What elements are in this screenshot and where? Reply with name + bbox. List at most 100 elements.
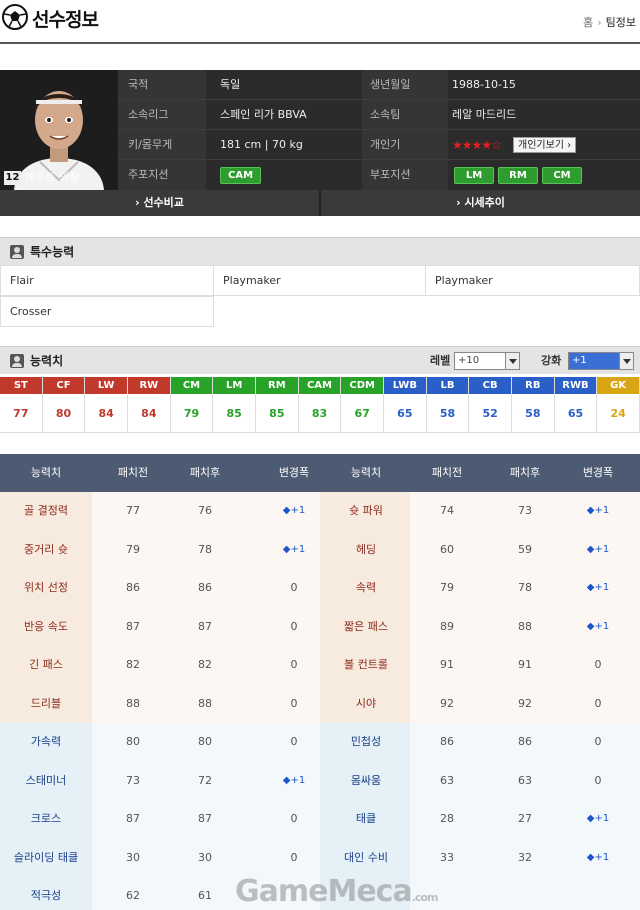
special-ability: Flair <box>0 265 214 296</box>
position-code: CAM <box>298 377 341 394</box>
info-row: 국적 독일 생년월일 1988-10-15 <box>118 70 640 100</box>
sub-position-badge[interactable]: CM <box>542 167 582 184</box>
stat-name: 시야 <box>355 696 377 710</box>
stat-name: 드리블 <box>30 696 62 710</box>
position-value: 58 <box>525 407 541 420</box>
stat-name: 대인 수비 <box>344 850 388 864</box>
stat-before: 86 <box>440 735 454 748</box>
stats-row: 긴 패스 82 82 0 볼 컨트롤 91 91 0 <box>0 646 640 685</box>
tab-compare[interactable]: › 선수비교 <box>0 190 319 216</box>
stats-row: 크로스 87 87 0 태클 28 27 ◆+1 <box>0 800 640 839</box>
info-row: 소속리그 스페인 리가 BBVA 소속팀 레알 마드리드 <box>118 100 640 130</box>
stat-before: 73 <box>126 773 140 787</box>
position-value: 84 <box>141 407 157 420</box>
sub-position-badge[interactable]: RM <box>498 167 538 184</box>
stat-name: 크로스 <box>30 812 62 826</box>
league-label: 소속리그 <box>128 108 169 121</box>
stat-before: 92 <box>440 696 454 710</box>
position-code: LW <box>85 377 127 394</box>
section-title: 능력치 <box>30 354 64 368</box>
view-skills-button[interactable]: 개인기보기 › <box>513 137 577 153</box>
position-rating-cell: RWB 65 <box>554 377 598 433</box>
column-header: 능력치 <box>350 466 382 479</box>
special-ability: Crosser <box>0 296 214 327</box>
chevron-down-icon <box>505 353 519 369</box>
column-header: 패치후 <box>189 466 221 479</box>
stat-before: 86 <box>126 581 140 594</box>
league-value: 스페인 리가 BBVA <box>220 108 307 121</box>
stat-change: ◆+1 <box>586 620 610 632</box>
stat-change: 0 <box>594 735 602 748</box>
position-code: CF <box>42 377 85 394</box>
stat-before: 91 <box>440 658 454 671</box>
position-value: 24 <box>610 407 626 420</box>
stat-name: 스태미너 <box>25 773 67 787</box>
special-abilities-header: 특수능력 <box>0 237 640 265</box>
enhance-label: 강화 <box>541 354 562 367</box>
position-value: 58 <box>439 407 456 420</box>
stat-change: ◆+1 <box>586 505 610 516</box>
team-value: 레알 마드리드 <box>452 108 517 121</box>
breadcrumb-current[interactable]: 팀정보 <box>606 16 636 29</box>
position-code: CDM <box>341 377 383 394</box>
position-code: RB <box>512 377 554 394</box>
stat-after: 76 <box>198 504 212 517</box>
position-code: RM <box>256 377 298 394</box>
stat-change <box>552 877 640 910</box>
position-value: 65 <box>567 407 584 420</box>
level-label: 레벨 <box>430 354 451 367</box>
chevron-right-icon: › <box>597 16 602 29</box>
stat-before: 79 <box>440 581 454 594</box>
position-code: ST <box>0 377 42 394</box>
stat-before: 30 <box>126 850 140 864</box>
stats-row: 반응 속도 87 87 0 짧은 패스 89 88 ◆+1 <box>0 607 640 646</box>
main-position-label: 주포지션 <box>128 168 169 181</box>
stat-change: ◆+1 <box>586 813 610 824</box>
stats-table-header: 능력치 패치전 패치후 변경폭 능력치 패치전 패치후 변경폭 <box>0 454 640 492</box>
player-name: 메수트 외질 <box>25 171 80 184</box>
enhance-select[interactable]: +1 <box>568 352 634 370</box>
sub-position-badge[interactable]: LM <box>454 167 494 184</box>
stat-before: 87 <box>126 812 140 825</box>
skill-stars-rating: ★★★★☆ <box>452 138 502 152</box>
position-code: LB <box>426 377 469 394</box>
user-icon <box>10 245 24 259</box>
stat-before: 62 <box>126 889 140 902</box>
stat-after: 72 <box>198 773 212 787</box>
stat-before: 28 <box>440 812 454 825</box>
stat-before: 77 <box>126 504 140 517</box>
column-header: 패치전 <box>117 466 149 479</box>
position-ratings: ST 77 CF 80 LW 84 RW 84 CM 79 LM 85 RM 85 CAM 83 CDM 67 LW… <box>0 377 640 433</box>
stat-before: 60 <box>440 542 454 556</box>
tab-price-trend[interactable]: › 시세추이 <box>321 190 640 216</box>
level-select[interactable]: +10 <box>454 352 520 370</box>
column-header: 능력치 <box>30 466 62 479</box>
stat-name: 가속력 <box>30 735 62 749</box>
sub-position-label: 부포지션 <box>370 168 411 181</box>
stat-name: 슛 파워 <box>349 504 383 518</box>
main-position-badge[interactable]: CAM <box>220 167 261 184</box>
stat-before: 82 <box>126 658 140 671</box>
stat-name: 슬라이딩 태클 <box>13 850 79 864</box>
soccer-ball-icon <box>2 4 28 30</box>
stat-before: 33 <box>440 850 454 864</box>
position-code: LM <box>213 377 255 394</box>
stat-name: 위치 선정 <box>24 581 68 595</box>
position-rating-cell: CF 80 <box>42 377 86 433</box>
stat-change: ◆+1 <box>586 582 610 593</box>
position-value: 85 <box>269 407 285 420</box>
player-tabs: › 선수비교 › 시세추이 <box>0 190 640 216</box>
stat-change: 0 <box>594 658 602 671</box>
stat-after: 87 <box>198 812 212 825</box>
position-code: RW <box>128 377 170 394</box>
stat-after: 86 <box>198 581 212 594</box>
stat-name: 짧은 패스 <box>344 619 388 633</box>
breadcrumb-home[interactable]: 홈 <box>583 16 593 29</box>
stats-row: 슬라이딩 태클 30 30 0 대인 수비 33 32 ◆+1 <box>0 838 640 877</box>
position-rating-cell: CAM 83 <box>298 377 342 433</box>
stat-before: 87 <box>126 619 140 633</box>
column-header: 변경폭 <box>582 466 614 479</box>
position-code: CB <box>469 377 511 394</box>
nationality-value: 독일 <box>220 78 241 91</box>
birthdate-value: 1988-10-15 <box>452 78 516 91</box>
